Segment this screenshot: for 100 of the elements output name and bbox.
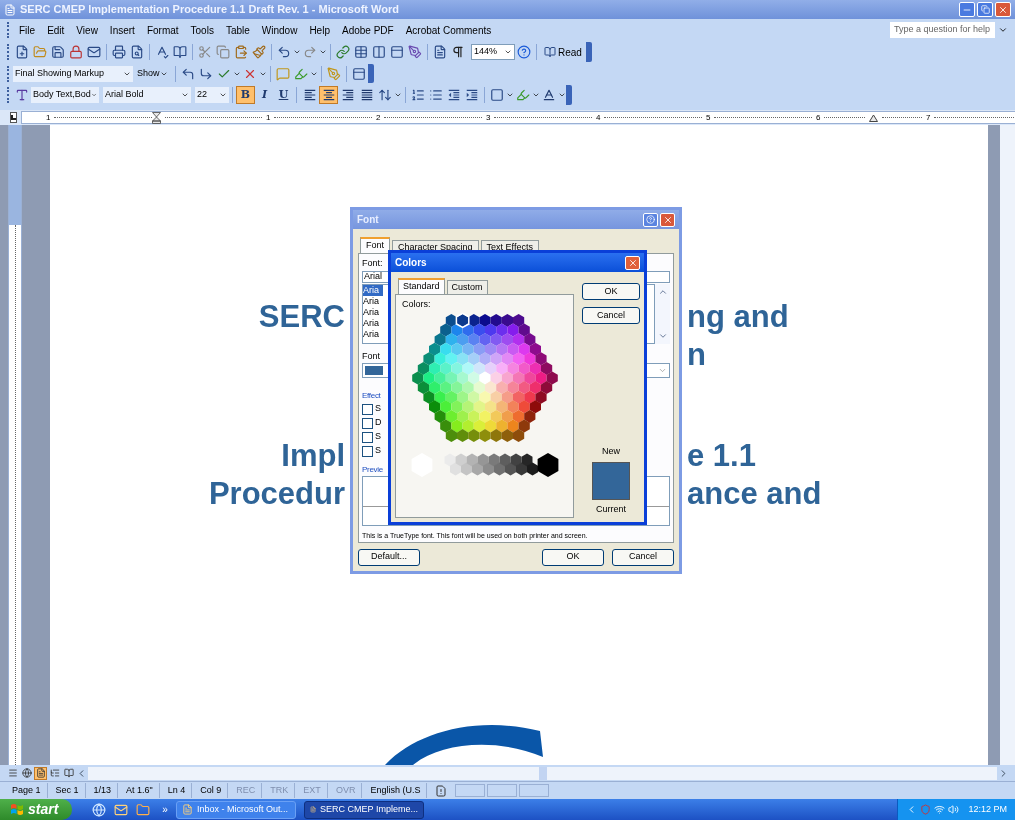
menu-item[interactable]: View <box>70 22 104 38</box>
close-button[interactable] <box>660 212 675 227</box>
text-style-button[interactable]: I <box>255 86 274 104</box>
browser-icon[interactable] <box>92 802 107 817</box>
paintbrush-icon[interactable] <box>252 45 266 59</box>
link-icon[interactable] <box>336 45 350 59</box>
restore-button[interactable] <box>977 2 993 17</box>
mail-icon[interactable] <box>114 802 129 817</box>
font-list-item[interactable]: Aria <box>363 295 383 307</box>
view-button[interactable] <box>34 766 47 780</box>
copy-icon[interactable] <box>216 45 230 59</box>
tab-selector[interactable] <box>10 112 17 123</box>
undo-icon[interactable] <box>277 45 291 59</box>
dialog-tab[interactable]: Font <box>360 237 390 253</box>
previous-change-icon[interactable] <box>180 66 195 81</box>
border-icon[interactable] <box>490 88 504 102</box>
pilcrow-icon[interactable] <box>451 45 465 59</box>
style-dropdown[interactable]: Body Text,Bod <box>31 87 99 103</box>
dialog-button[interactable]: Default... <box>358 548 420 566</box>
menu-item[interactable]: Format <box>140 22 185 38</box>
drawing-icon[interactable] <box>408 45 422 59</box>
color-hexagon-drawing[interactable] <box>411 311 558 442</box>
menu-item[interactable]: Help <box>303 22 336 38</box>
font-list-item[interactable]: Aria <box>363 284 383 296</box>
right-indent-marker-icon[interactable] <box>868 113 878 122</box>
spelling-icon[interactable] <box>155 45 169 59</box>
track-changes-icon[interactable] <box>326 66 341 81</box>
dialog-button[interactable]: OK <box>582 283 640 300</box>
view-button[interactable] <box>62 766 75 780</box>
text-style-button[interactable]: B <box>236 86 255 104</box>
menu-item[interactable]: Adobe PDF <box>335 22 400 38</box>
dialog-button[interactable]: OK <box>542 548 604 566</box>
paste-icon[interactable] <box>234 45 248 59</box>
show-button[interactable]: Show <box>133 66 172 81</box>
align-center-button[interactable] <box>319 86 338 104</box>
dialog-button[interactable]: Cancel <box>612 548 674 566</box>
decrease-indent-icon[interactable] <box>447 88 461 102</box>
mail-icon[interactable] <box>87 45 101 59</box>
help-button[interactable] <box>643 212 658 227</box>
save-icon[interactable] <box>51 45 65 59</box>
dialog-tab[interactable]: Standard <box>398 278 445 294</box>
network-icon[interactable] <box>934 804 946 815</box>
new-document-icon[interactable] <box>15 45 29 59</box>
effect-checkbox[interactable] <box>362 445 373 457</box>
quick-launch-overflow[interactable]: » <box>162 802 168 817</box>
help-search-field[interactable]: Type a question for help <box>890 22 995 38</box>
lock-icon[interactable] <box>69 45 83 59</box>
help-icon[interactable] <box>517 45 531 59</box>
toolbar-options-button[interactable] <box>367 64 374 83</box>
text-style-button[interactable]: U <box>274 86 293 104</box>
font-list-item[interactable]: Aria <box>363 328 383 340</box>
menu-item[interactable]: Insert <box>103 22 141 38</box>
menu-item[interactable]: Tools <box>184 22 220 38</box>
dialog-tab[interactable]: Custom <box>446 280 488 294</box>
read-button[interactable]: Read <box>540 44 586 60</box>
menu-item[interactable]: Acrobat Comments <box>399 22 498 38</box>
effect-checkbox[interactable] <box>362 403 373 415</box>
zoom-dropdown[interactable]: 144% <box>471 44 515 60</box>
close-button[interactable] <box>625 255 640 270</box>
font-size-dropdown[interactable]: 22 <box>195 87 229 103</box>
menu-item[interactable]: Window <box>255 22 304 38</box>
document-map-icon[interactable] <box>433 45 447 59</box>
book-icon[interactable] <box>173 45 187 59</box>
font-list-item[interactable]: Aria <box>363 317 383 329</box>
folder-icon[interactable] <box>136 802 151 817</box>
print-icon[interactable] <box>112 45 126 59</box>
menu-item[interactable]: Table <box>219 22 256 38</box>
indent-marker-icon[interactable] <box>152 111 161 124</box>
scissors-icon[interactable] <box>198 45 212 59</box>
font-list-item[interactable]: Aria <box>363 306 383 318</box>
view-button[interactable] <box>48 766 61 780</box>
view-button[interactable] <box>20 766 33 780</box>
menu-item[interactable]: File <box>13 22 42 38</box>
font-dropdown[interactable]: Arial Bold <box>103 87 191 103</box>
toolbar-options-button[interactable] <box>585 42 592 62</box>
dialog-button[interactable]: Cancel <box>582 307 640 324</box>
close-button[interactable] <box>995 2 1011 17</box>
reviewing-pane-icon[interactable] <box>351 66 366 81</box>
window-icon[interactable] <box>390 45 404 59</box>
effect-checkbox[interactable] <box>362 417 373 429</box>
grayscale-swatch-drawing[interactable] <box>411 452 558 477</box>
taskbar-button[interactable]: Inbox - Microsoft Out... <box>175 800 296 819</box>
font-color-icon[interactable] <box>542 88 556 102</box>
next-change-icon[interactable] <box>198 66 213 81</box>
numbering-icon[interactable] <box>411 88 425 102</box>
effect-checkbox[interactable] <box>362 431 373 443</box>
menu-item[interactable]: Edit <box>41 22 71 38</box>
minimize-button[interactable] <box>959 2 975 17</box>
increase-indent-icon[interactable] <box>465 88 479 102</box>
bullets-icon[interactable] <box>429 88 443 102</box>
columns-icon[interactable] <box>372 45 386 59</box>
styles-icon[interactable] <box>15 88 29 102</box>
taskbar-button[interactable]: SERC CMEP Impleme... <box>303 800 424 819</box>
horizontal-scrollbar[interactable] <box>88 766 997 780</box>
print-preview-icon[interactable] <box>130 45 144 59</box>
table-icon[interactable] <box>354 45 368 59</box>
markup-display-dropdown[interactable]: Final Showing Markup <box>13 65 133 82</box>
line-spacing-icon[interactable] <box>378 88 392 102</box>
list-scrollbar[interactable] <box>655 283 670 344</box>
vertical-scrollbar[interactable] <box>1000 125 1015 765</box>
